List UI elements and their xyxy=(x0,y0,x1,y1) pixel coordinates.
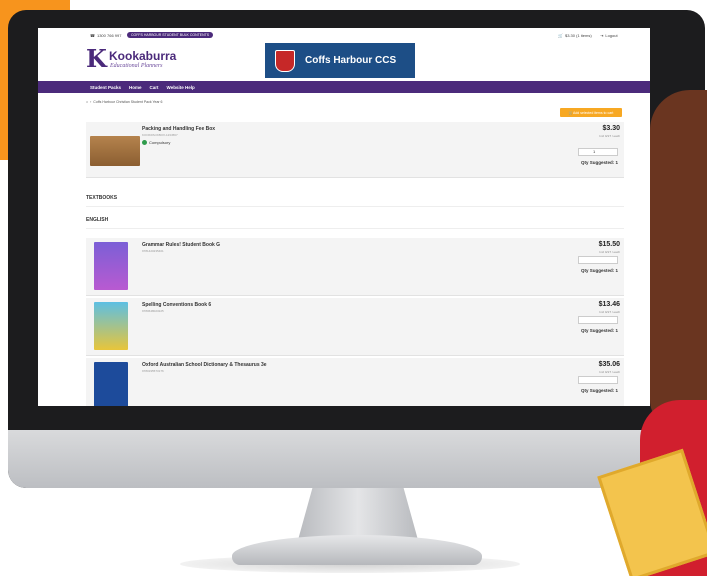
breadcrumb-separator: › xyxy=(90,100,92,104)
qty-suggested: Qty Suggested: 1 xyxy=(580,388,618,393)
monitor-screen: ☎ 1300 766 997 COFFS HARBOUR STUDENT BUL… xyxy=(38,28,650,406)
kookaburra-logo[interactable]: K Kookaburra Educational Planners xyxy=(86,46,196,76)
section-heading-english: ENGLISH xyxy=(86,217,624,229)
quantity-stepper[interactable] xyxy=(578,376,618,384)
product-image xyxy=(94,302,128,350)
cart-icon: 🛒 xyxy=(558,33,563,38)
mini-cart-text: $3.30 (1 items) xyxy=(564,33,592,38)
main-nav: Student Packs Home Cart Website Help xyxy=(38,81,650,93)
gst-note: Incl GST / each xyxy=(599,310,620,314)
product-row: Spelling Conventions Book 6 978064802322… xyxy=(86,298,624,356)
phone-icon: ☎ xyxy=(90,33,95,38)
logout-link[interactable]: ⇥ Logout xyxy=(600,33,618,38)
phone-number[interactable]: ☎ 1300 766 997 xyxy=(90,33,121,38)
compulsory-badge: Compulsory xyxy=(142,140,170,145)
product-code: 9780195573176 xyxy=(142,369,164,373)
school-name: Coffs Harbour CCS xyxy=(305,55,397,66)
nav-student-packs[interactable]: Student Packs xyxy=(90,85,121,90)
quantity-stepper[interactable]: 1 xyxy=(578,148,618,156)
product-price: $3.30 xyxy=(602,125,620,132)
quantity-stepper[interactable] xyxy=(578,316,618,324)
product-name[interactable]: Grammar Rules! Student Book G xyxy=(142,242,220,248)
top-utility-bar: ☎ 1300 766 997 COFFS HARBOUR STUDENT BUL… xyxy=(38,28,650,42)
breadcrumb-current: Coffs Harbour Christian Student Pack Yea… xyxy=(93,100,163,104)
logout-icon: ⇥ xyxy=(600,33,604,38)
gst-note: Incl GST / each xyxy=(599,134,620,138)
logo-tagline: Educational Planners xyxy=(110,63,163,69)
product-row: Grammar Rules! Student Book G 9781420235… xyxy=(86,238,624,296)
nav-cart[interactable]: Cart xyxy=(150,85,159,90)
product-price: $35.06 xyxy=(598,361,620,368)
qty-suggested: Qty Suggested: 1 xyxy=(580,160,618,165)
school-crest-icon xyxy=(275,49,295,72)
mini-cart-link[interactable]: 🛒 $3.30 (1 items) xyxy=(558,33,592,38)
gst-note: Incl GST / each xyxy=(599,370,620,374)
product-row-fee: Packing and Handling Fee Box KOOKPACKBOX… xyxy=(86,122,624,178)
monitor-stand-neck xyxy=(298,488,418,540)
qty-suggested: Qty Suggested: 1 xyxy=(580,268,618,273)
product-name[interactable]: Spelling Conventions Book 6 xyxy=(142,302,211,308)
monitor-stand-base xyxy=(232,535,482,565)
gst-note: Incl GST / each xyxy=(599,250,620,254)
product-image xyxy=(90,136,140,166)
section-heading-textbooks: TEXTBOOKS xyxy=(86,195,624,207)
compulsory-text: Compulsory xyxy=(149,140,171,145)
product-name[interactable]: Oxford Australian School Dictionary & Th… xyxy=(142,362,267,368)
logout-text: Logout xyxy=(605,33,618,38)
product-price: $13.46 xyxy=(598,301,620,308)
school-banner: Coffs Harbour CCS xyxy=(265,43,415,78)
breadcrumb: ⌂ › Coffs Harbour Christian Student Pack… xyxy=(86,100,163,104)
home-icon[interactable]: ⌂ xyxy=(86,100,88,104)
student-hair-decoration xyxy=(650,90,707,430)
quantity-stepper[interactable] xyxy=(578,256,618,264)
nav-home[interactable]: Home xyxy=(129,85,142,90)
product-code: 9781420235401 xyxy=(142,249,164,253)
qty-suggested: Qty Suggested: 1 xyxy=(580,328,618,333)
product-name[interactable]: Packing and Handling Fee Box xyxy=(142,126,215,132)
product-price: $15.50 xyxy=(598,241,620,248)
school-pill-link[interactable]: COFFS HARBOUR STUDENT BULK CONTENTS xyxy=(127,32,214,38)
nav-website-help[interactable]: Website Help xyxy=(167,85,195,90)
logo-mark-icon: K xyxy=(86,44,107,73)
logo-title: Kookaburra xyxy=(109,49,177,63)
product-image xyxy=(94,242,128,290)
phone-text: 1300 766 997 xyxy=(96,33,122,38)
stage: ☎ 1300 766 997 COFFS HARBOUR STUDENT BUL… xyxy=(0,0,707,576)
product-image xyxy=(94,362,128,406)
check-icon xyxy=(142,140,147,145)
product-code: 9780648023225 xyxy=(142,309,164,313)
product-code: KOOKPACKBOX-1234567 xyxy=(142,133,178,137)
add-button-label: Add selected items to cart xyxy=(573,110,614,115)
product-row: Oxford Australian School Dictionary & Th… xyxy=(86,358,624,406)
add-selected-to-cart-button[interactable]: 🛒 Add selected items to cart xyxy=(560,108,622,117)
